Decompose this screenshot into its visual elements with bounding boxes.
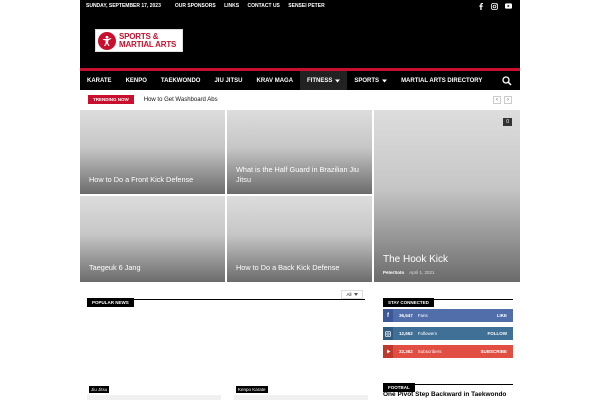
site-logo[interactable]: SPORTS & MARTIAL ARTS <box>95 29 183 52</box>
subscribe-button[interactable]: SUBSCRIBE <box>480 349 507 354</box>
youtube-icon <box>383 345 393 358</box>
logo-text: SPORTS & MARTIAL ARTS <box>119 32 177 49</box>
logo-line-2: MARTIAL ARTS <box>119 39 177 49</box>
chevron-down-icon <box>335 79 341 82</box>
instagram-icon <box>383 327 393 340</box>
top-menu: OUR SPONSORS LINKS CONTACT US SENSEI PET… <box>175 3 332 9</box>
tile-caption: How to Do a Back Kick Defense <box>236 263 340 272</box>
tile-caption: The Hook Kick <box>383 254 449 265</box>
filter-value: All <box>346 292 352 297</box>
facebook-counter[interactable]: f 36,547 Fans LIKE <box>383 309 513 322</box>
comment-count-badge[interactable]: 0 <box>503 118 512 126</box>
tile-caption: Taegeuk 6 Jang <box>89 263 141 272</box>
chevron-left-icon[interactable]: ‹ <box>493 95 501 104</box>
social-count: 36,547 <box>399 313 413 318</box>
footbal-header: FOOTBAL <box>383 376 513 392</box>
trending-title[interactable]: How to Get Washboard Abs <box>144 97 218 103</box>
tile-caption: How to Do a Front Kick Defense <box>89 175 194 184</box>
social-count: 12,652 <box>399 331 413 336</box>
instagram-icon[interactable] <box>491 2 498 10</box>
nav-karate[interactable]: KARATE <box>80 71 119 90</box>
tile-date: April 1, 2021 <box>409 270 435 275</box>
category-tag[interactable]: Kenpo Karate <box>236 386 268 393</box>
chevron-down-icon <box>353 293 358 296</box>
youtube-icon[interactable] <box>505 3 512 10</box>
social-label: Subscribers <box>417 349 442 354</box>
top-menu-links[interactable]: LINKS <box>224 3 239 9</box>
search-icon[interactable] <box>502 75 512 86</box>
nav-fitness-label: FITNESS <box>307 77 333 84</box>
tile-author[interactable]: PeterSoto <box>383 270 404 275</box>
footbal-article-title[interactable]: One Pivot Step Backward in Taekwondo <box>383 391 506 398</box>
facebook-icon: f <box>383 309 393 322</box>
tile-meta: PeterSoto April 1, 2021 <box>383 270 435 275</box>
article-thumbnail[interactable] <box>234 395 368 400</box>
trending-arrows: ‹ › <box>493 95 512 104</box>
popular-filter-select[interactable]: All <box>341 290 363 299</box>
youtube-counter[interactable]: 22,362 Subscribers SUBSCRIBE <box>383 345 513 358</box>
nav-sports[interactable]: SPORTS <box>347 71 394 90</box>
martial-artist-logo-icon <box>98 31 116 50</box>
top-menu-contact-us[interactable]: CONTACT US <box>247 3 279 9</box>
nav-jiu-jitsu[interactable]: JIU JITSU <box>207 71 249 90</box>
social-label: Fans <box>417 313 428 318</box>
nav-fitness[interactable]: FITNESS <box>300 71 348 90</box>
top-bar: SUNDAY, SEPTEMBER 17, 2023 OUR SPONSORS … <box>80 0 520 12</box>
top-socials <box>477 2 512 10</box>
social-count: 22,362 <box>399 349 413 354</box>
instagram-counter[interactable]: 12,652 Followers FOLLOW <box>383 327 513 340</box>
trending-bar: TRENDING NOW How to Get Washboard Abs ‹ … <box>80 92 520 107</box>
top-menu-sensei-peter[interactable]: SENSEI PETER <box>288 3 324 9</box>
article-thumbnail[interactable] <box>87 395 221 400</box>
featured-tile-taegeuk[interactable]: Taegeuk 6 Jang <box>80 196 225 282</box>
trending-badge: TRENDING NOW <box>88 95 134 104</box>
nav-krav-maga[interactable]: KRAV MAGA <box>249 71 300 90</box>
top-menu-our-sponsors[interactable]: OUR SPONSORS <box>175 3 216 9</box>
chevron-down-icon <box>382 79 388 82</box>
featured-tile-back-kick[interactable]: How to Do a Back Kick Defense <box>227 196 372 282</box>
like-button[interactable]: LIKE <box>497 313 507 318</box>
social-label: Followers <box>417 331 438 336</box>
featured-tile-hook-kick[interactable]: 0 The Hook Kick PeterSoto April 1, 2021 <box>374 110 520 282</box>
nav-sports-label: SPORTS <box>354 77 380 84</box>
chevron-right-icon[interactable]: › <box>504 95 512 104</box>
main-nav: KARATE KENPO TAEKWONDO JIU JITSU KRAV MA… <box>80 68 520 90</box>
nav-kenpo[interactable]: KENPO <box>119 71 154 90</box>
site-header: SPORTS & MARTIAL ARTS <box>80 12 520 68</box>
popular-news-header: POPULAR NEWS <box>87 291 365 307</box>
current-date: SUNDAY, SEPTEMBER 17, 2023 <box>86 3 161 9</box>
featured-tile-front-kick[interactable]: How to Do a Front Kick Defense <box>80 110 225 194</box>
follow-button[interactable]: FOLLOW <box>488 331 508 336</box>
facebook-icon[interactable] <box>477 2 484 10</box>
category-tag[interactable]: Jiu Jitsu <box>89 386 110 393</box>
tile-caption: What is the Half Guard in Brazilian Jiu … <box>236 165 359 184</box>
featured-tile-half-guard[interactable]: What is the Half Guard in Brazilian Jiu … <box>227 110 372 194</box>
stay-connected-header: STAY CONNECTED <box>383 291 513 307</box>
section-title: STAY CONNECTED <box>383 298 434 307</box>
nav-taekwondo[interactable]: TAEKWONDO <box>154 71 208 90</box>
nav-martial-arts-directory[interactable]: MARTIAL ARTS DIRECTORY <box>394 71 489 90</box>
section-title: POPULAR NEWS <box>87 298 134 307</box>
